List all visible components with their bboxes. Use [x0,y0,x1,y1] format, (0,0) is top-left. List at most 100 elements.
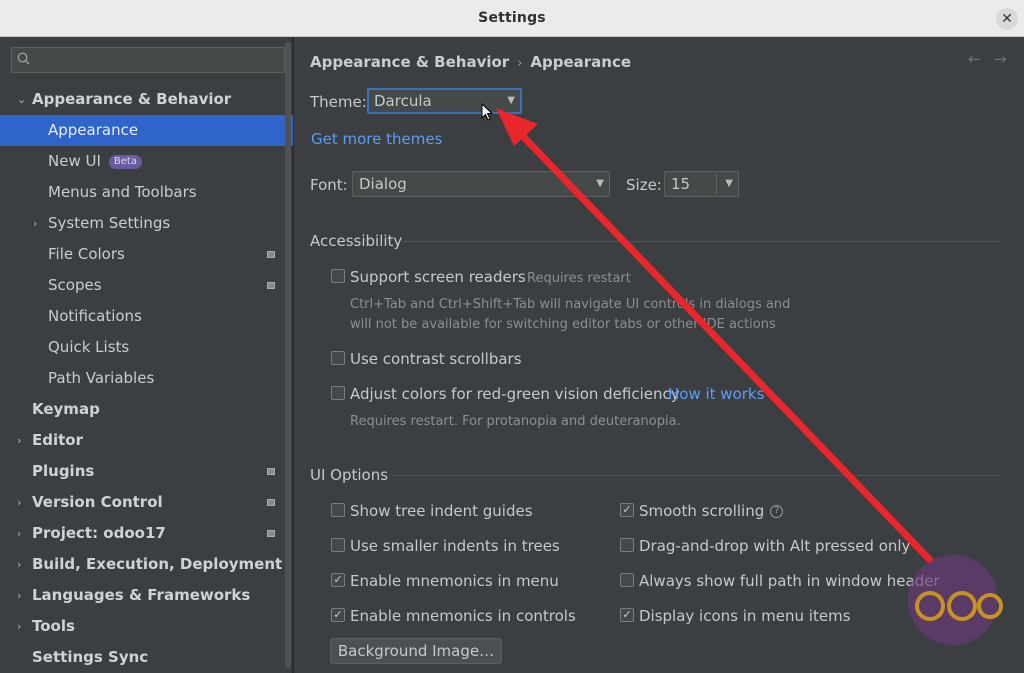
option-text: Always show full path in window header [639,572,940,590]
sidebar-item[interactable]: Notifications [0,301,293,332]
sidebar-item[interactable]: Path Variables [0,363,293,394]
sidebar-item-label: Quick Lists [48,332,129,363]
chevron-right-icon[interactable]: › [17,549,21,580]
sidebar-item-text: Path Variables [48,369,155,387]
requires-restart-note: Requires restart [527,271,631,286]
sidebar-item[interactable]: File Colors [0,239,293,270]
size-combobox[interactable]: 15 ▼ [664,171,739,197]
sidebar-item[interactable]: › Editor [0,425,293,456]
red-green-vision-label: Adjust colors for red-green vision defic… [350,385,680,403]
option-checkbox[interactable] [620,573,634,587]
chevron-right-icon[interactable]: › [17,611,21,642]
settings-sidebar: ⌄ Appearance & Behavior Appearance New UI Be… [0,37,293,673]
support-screen-readers-checkbox[interactable] [331,269,345,283]
screen-readers-hint-line-2: will not be available for switching edit… [350,317,776,332]
size-label: Size: [626,176,662,194]
option-text: Enable mnemonics in controls [350,607,576,625]
sidebar-item[interactable]: Scopes [0,270,293,301]
theme-label: Theme: [310,93,367,111]
ui-options-section-title: UI Options [310,466,389,484]
breadcrumb-current: Appearance [530,53,632,71]
section-divider [400,241,1000,242]
sidebar-item-text: File Colors [48,245,125,263]
sidebar-item-text: Quick Lists [48,338,130,356]
help-icon[interactable]: ? [770,505,784,518]
sidebar-item[interactable]: ⌄ Appearance & Behavior [0,84,293,115]
sidebar-item[interactable]: Appearance [0,115,293,146]
sidebar-item-label: New UI Beta [48,146,142,177]
sidebar-item[interactable]: › Tools [0,611,293,642]
chevron-down-icon[interactable]: ⌄ [17,84,26,115]
sidebar-item-label: Build, Execution, Deployment [32,549,282,580]
sidebar-scrollbar[interactable] [285,42,291,668]
accessibility-section-title: Accessibility [310,232,403,250]
chevron-right-icon[interactable]: › [17,487,21,518]
sidebar-item[interactable]: › System Settings [0,208,293,239]
sidebar-item-text: Version Control [32,493,163,511]
sidebar-item[interactable]: › Version Control [0,487,293,518]
option-checkbox[interactable] [620,538,634,552]
sidebar-item[interactable]: Quick Lists [0,332,293,363]
option-checkbox[interactable]: ✓ [331,573,345,587]
forward-arrow-icon[interactable]: → [994,50,1007,68]
mouse-cursor-icon [481,102,494,125]
how-it-works-link[interactable]: How it works [668,385,764,403]
project-level-icon [267,530,275,537]
section-divider [394,475,1000,476]
sidebar-item-text: Appearance [48,121,139,139]
sidebar-item-label: Menus and Toolbars [48,177,197,208]
search-input[interactable] [11,47,285,73]
sidebar-item-label: Plugins [32,456,94,487]
sidebar-item[interactable]: › Build, Execution, Deployment [0,549,293,580]
sidebar-item-label: Scopes [48,270,102,301]
option-label: Enable mnemonics in controls [350,607,576,625]
sidebar-item-label: Settings Sync [32,642,148,673]
option-text: Display icons in menu items [639,607,851,625]
get-more-themes-link[interactable]: Get more themes [311,130,442,148]
font-dropdown[interactable]: Dialog ▼ [352,171,610,197]
option-checkbox[interactable]: ✓ [331,608,345,622]
sidebar-item[interactable]: Menus and Toolbars [0,177,293,208]
sidebar-item-label: Path Variables [48,363,154,394]
sidebar-item[interactable]: Plugins [0,456,293,487]
sidebar-item-label: File Colors [48,239,125,270]
option-label: Drag-and-drop with Alt pressed only [639,537,910,555]
sidebar-item-text: System Settings [48,214,171,232]
settings-content: Appearance & Behavior › Appearance ← → The… [294,37,1024,673]
dropdown-arrow-icon: ▼ [596,178,604,189]
sidebar-item[interactable]: New UI Beta [0,146,293,177]
chevron-right-icon[interactable]: › [17,580,21,611]
sidebar-item-text: Settings Sync [32,648,149,666]
background-image-button[interactable]: Background Image… [330,638,502,664]
sidebar-item[interactable]: › Project: odoo17 [0,518,293,549]
option-checkbox[interactable] [331,503,345,517]
sidebar-item-text: Menus and Toolbars [48,183,197,201]
option-checkbox[interactable] [331,538,345,552]
window-titlebar: Settings ✕ [0,0,1024,37]
sidebar-item-text: Scopes [48,276,102,294]
sidebar-item-text: Languages & Frameworks [32,586,251,604]
theme-dropdown[interactable]: Darcula ▼ [367,88,522,114]
option-text: Smooth scrolling [639,502,765,520]
sidebar-item[interactable]: Keymap [0,394,293,425]
chevron-right-icon[interactable]: › [17,518,21,549]
font-value: Dialog [359,175,407,193]
sidebar-item[interactable]: › Languages & Frameworks [0,580,293,611]
sidebar-item-text: Editor [32,431,83,449]
support-screen-readers-label: Support screen readers [350,268,526,286]
option-checkbox[interactable]: ✓ [620,608,634,622]
close-icon[interactable]: ✕ [996,8,1018,30]
breadcrumb-separator: › [517,56,523,71]
chevron-right-icon[interactable]: › [17,425,21,456]
sidebar-item[interactable]: Settings Sync [0,642,293,673]
red-green-vision-checkbox[interactable] [331,386,345,400]
sidebar-item-label: Appearance [48,115,138,146]
option-checkbox[interactable]: ✓ [620,503,634,517]
sidebar-item-label: Notifications [48,301,142,332]
project-level-icon [267,251,275,258]
contrast-scrollbars-checkbox[interactable] [331,351,345,365]
breadcrumb-parent[interactable]: Appearance & Behavior [310,53,509,71]
back-arrow-icon[interactable]: ← [968,50,981,68]
chevron-right-icon[interactable]: › [33,208,37,239]
project-level-icon [267,499,275,506]
